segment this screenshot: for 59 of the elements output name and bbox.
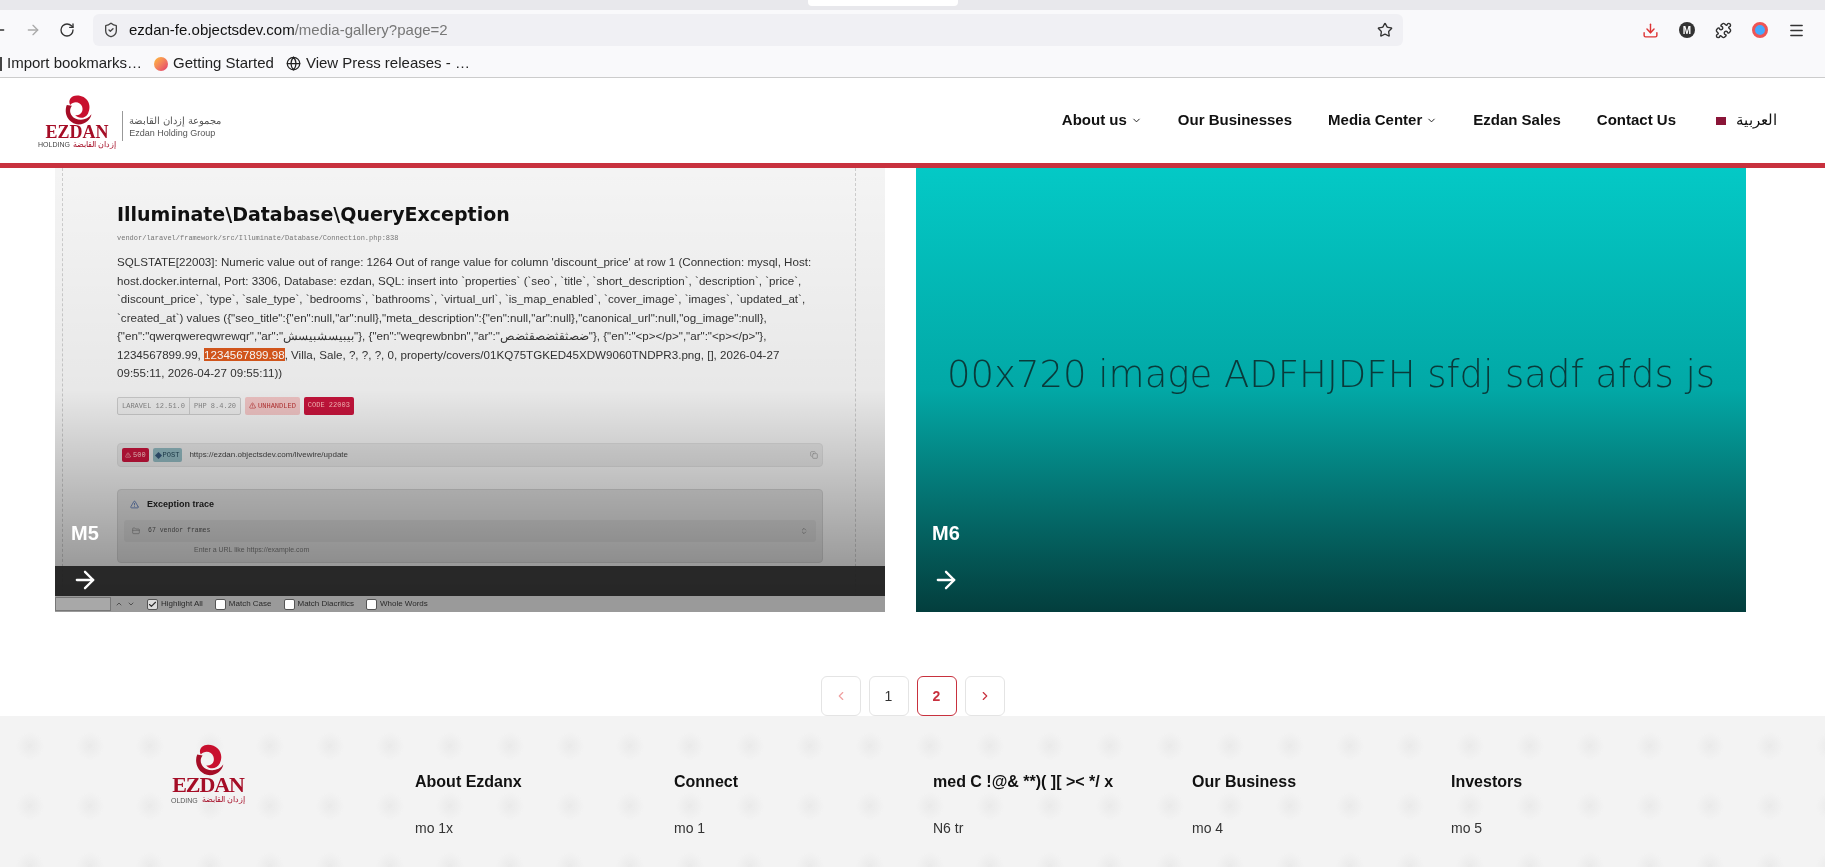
checkbox[interactable] [214,598,226,610]
footer-link[interactable]: mo 5 [1451,818,1710,839]
nav-link[interactable]: Contact Us [1596,109,1676,132]
request-url: https://ezdan.objectsdev.com/livewire/update [189,449,349,461]
footer-link[interactable]: mo 1 [674,818,933,839]
reload-icon[interactable] [59,22,75,38]
warning-icon [130,500,139,510]
down-icon[interactable] [127,600,135,608]
bookmark-star-icon[interactable] [1377,22,1393,38]
nav-link[interactable]: Media Center [1328,109,1438,132]
logo-wordmark: EZDAN [172,774,244,796]
address-bar[interactable]: ezdan-fe.objectsdev.com/media-gallery?page=2 [93,14,1403,46]
bookmark-item[interactable]: View Press releases - … [285,52,470,75]
card-title: M6 [932,521,960,546]
nav-link[interactable]: Our Businesses [1177,109,1293,132]
checkbox[interactable] [147,598,158,610]
shield-icon [103,22,119,38]
footer-link[interactable]: mo 4 [1192,818,1451,839]
profile-avatar[interactable]: M [1679,22,1695,38]
trace-title: Exception trace [147,498,215,511]
folder-icon [132,526,140,535]
logo-arabic-subtitle: إزدان القابضة [72,140,117,149]
bookmark-item[interactable]: Import bookmarks… [0,52,143,75]
tagline-english: Ezdan Holding Group [129,127,217,140]
card-title: M5 [71,521,99,546]
footer-link[interactable]: mo 1x [415,818,674,839]
globe-icon [285,56,301,71]
find-option-label: Whole Words [379,598,428,610]
image-text: 00x720 image ADFHJDFH sfdj sadf afds js [946,352,1716,399]
url-text: ezdan-fe.objectsdev.com/media-gallery?page=2 [129,19,448,40]
footer-heading: About Ezdanx [415,772,523,792]
media-card[interactable]: 00x720 image ADFHJDFH sfdj sadf afds js M6 [916,168,1746,612]
find-option-label: Highlight All [161,598,203,610]
footer-link[interactable]: N6 tr [933,818,1192,839]
chevrons-icon [800,526,808,535]
media-card[interactable] [55,168,885,612]
extensions-icon[interactable] [1715,21,1732,39]
bookmark-item[interactable]: Getting Started [154,52,274,75]
browser-logo-icon [154,56,169,71]
warning-icon [249,402,257,410]
footer-heading: med C !@& **)( ][ >< */ x [933,772,1115,792]
footer-heading: Our Business [1192,772,1298,792]
nav-link[interactable]: Ezdan Sales [1473,109,1561,132]
checkbox[interactable] [283,598,295,610]
find-option-label: Match Diacritics [297,598,354,610]
find-input[interactable] [55,597,111,611]
checkbox[interactable] [365,598,377,610]
logo-wordmark: EZDAN [45,122,109,141]
tagline-arabic: مجموعة إزدان القابضة [129,113,221,127]
footer-heading: Investors [1451,772,1524,792]
download-icon[interactable] [1642,21,1659,39]
warning-icon [125,452,131,458]
find-option-label: Match Case [228,598,272,610]
footer-heading: Connect [674,772,739,792]
logo-arabic-subtitle: إزدان القابضة [201,796,246,804]
language-link[interactable]: العربية [1736,109,1777,132]
nav-link[interactable]: About us [1061,109,1142,132]
exception-title: Illuminate\Database\QueryException [117,202,511,227]
up-icon[interactable] [115,600,123,608]
